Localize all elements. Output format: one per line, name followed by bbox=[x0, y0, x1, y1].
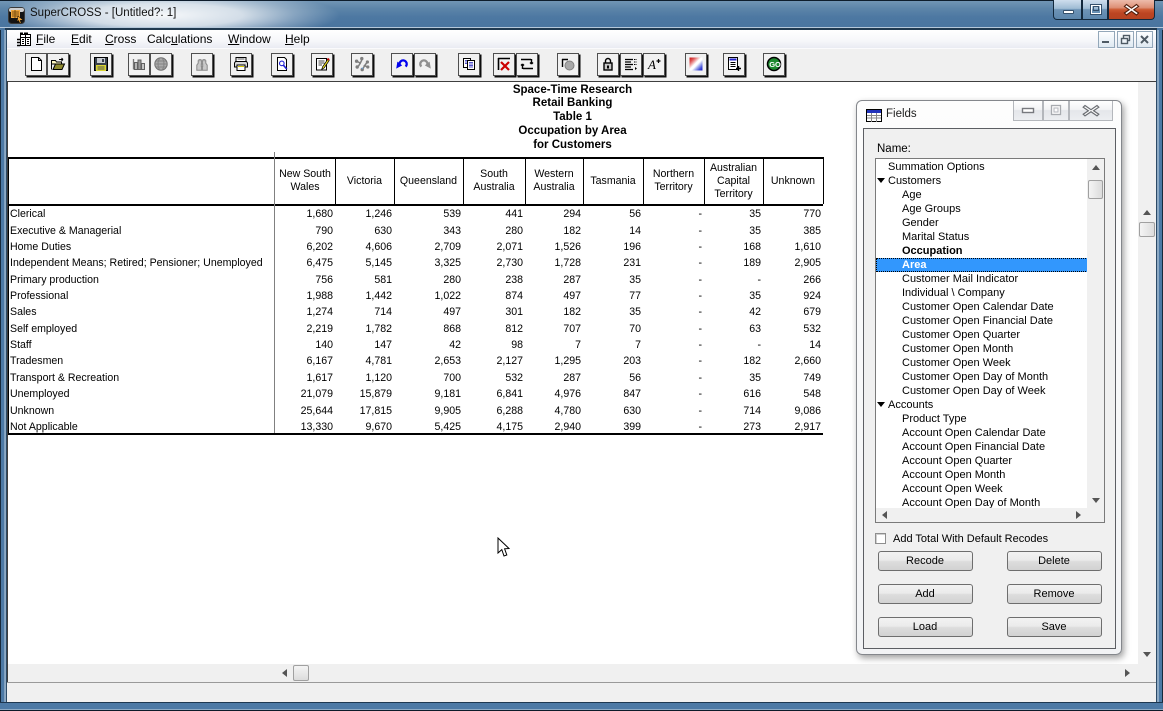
svg-text:GO: GO bbox=[769, 60, 781, 69]
svg-text:A: A bbox=[647, 57, 656, 72]
